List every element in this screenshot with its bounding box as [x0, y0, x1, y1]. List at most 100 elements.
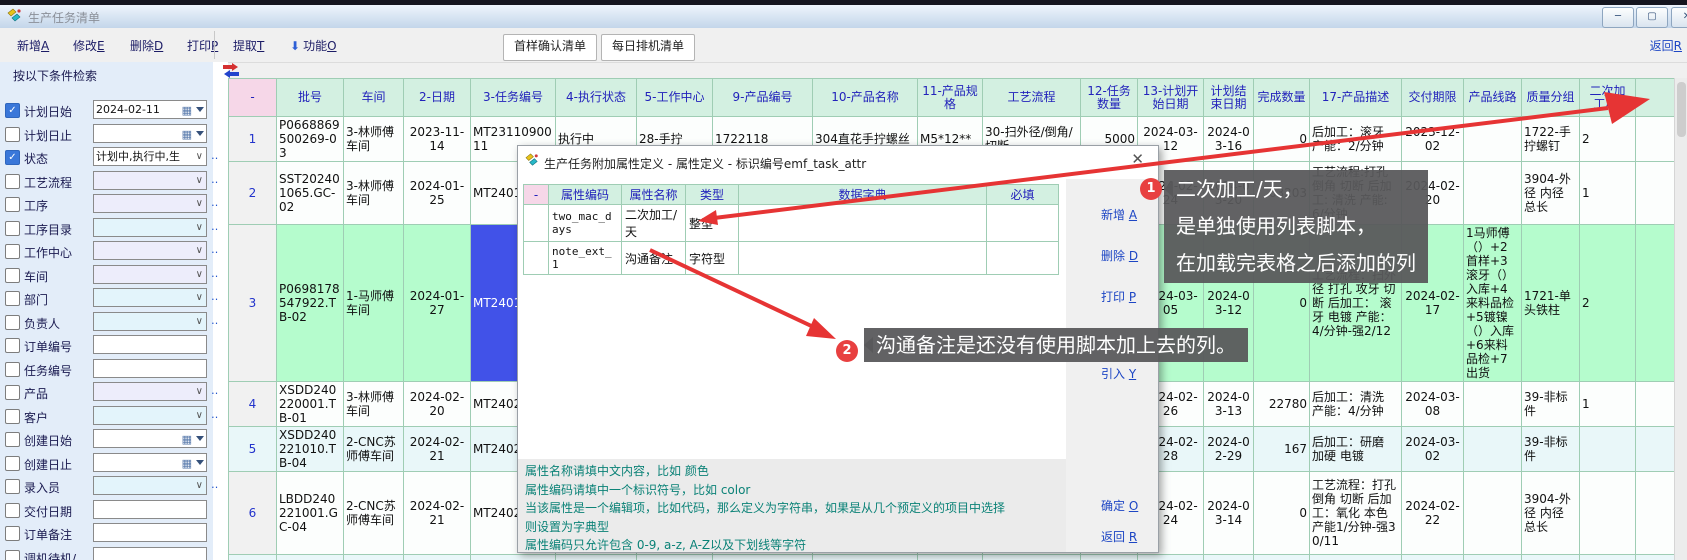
dialog-cell[interactable]: two_mac_days: [549, 205, 622, 242]
grid-cell[interactable]: P0698178547922.TB-02: [277, 225, 344, 382]
grid-column-header[interactable]: 10-产品名称: [813, 79, 918, 117]
dialog-button-D[interactable]: 删除 D: [1101, 247, 1138, 264]
grid-column-header[interactable]: 完成数量: [1254, 79, 1310, 117]
dialog-button-O[interactable]: 确定 O: [1101, 497, 1138, 514]
dialog-button-R[interactable]: 返回 R: [1101, 528, 1137, 545]
toolbar-menu-D[interactable]: 删除D: [130, 37, 163, 54]
browse-ellipsis-button[interactable]: ‥: [211, 408, 219, 421]
grid-cell[interactable]: 2024-01-27: [404, 225, 471, 382]
filter-text-input[interactable]: [93, 523, 207, 542]
filter-text-input[interactable]: [93, 359, 207, 378]
filter-checkbox[interactable]: [5, 221, 20, 236]
filter-checkbox[interactable]: [5, 244, 20, 259]
grid-cell[interactable]: 2024-03-08: [1402, 382, 1464, 427]
back-link[interactable]: 返回R: [1650, 37, 1682, 54]
filter-combo[interactable]: 计划中,执行中,生∨: [93, 147, 207, 166]
dialog-table-row[interactable]: note_ext_1沟通备注字符型: [524, 242, 1059, 275]
grid-cell[interactable]: 2023-12-02: [1402, 117, 1464, 162]
grid-cell[interactable]: [1138, 555, 1204, 560]
grid-cell[interactable]: 22780: [1254, 382, 1310, 427]
grid-column-header[interactable]: 12-任务数量: [1081, 79, 1138, 117]
filter-checkbox[interactable]: [5, 479, 20, 494]
grid-column-header[interactable]: 17-产品描述: [1310, 79, 1402, 117]
grid-cell[interactable]: 3904-外径 内径 总长: [1522, 162, 1580, 225]
grid-cell[interactable]: 1: [1580, 162, 1636, 225]
filter-checkbox[interactable]: [5, 127, 20, 142]
filter-text-input[interactable]: [93, 547, 207, 560]
dialog-cell[interactable]: 二次加工/天: [622, 205, 686, 242]
grid-column-header[interactable]: 3-任务编号: [471, 79, 556, 117]
grid-cell[interactable]: [404, 555, 471, 560]
dialog-cell[interactable]: [987, 242, 1059, 275]
browse-ellipsis-button[interactable]: ‥: [211, 478, 219, 491]
filter-combo[interactable]: ∨: [93, 241, 207, 260]
filter-combo[interactable]: ∨: [93, 171, 207, 190]
toolbar-menu-A[interactable]: 新增A: [17, 37, 49, 54]
browse-ellipsis-button[interactable]: ‥: [211, 173, 219, 186]
filter-checkbox[interactable]: [5, 338, 20, 353]
grid-cell[interactable]: 1: [229, 117, 277, 162]
filter-combo[interactable]: ∨: [93, 382, 207, 401]
grid-cell[interactable]: 2: [1580, 225, 1636, 382]
dialog-cell[interactable]: 字符型: [686, 242, 739, 275]
filter-combo[interactable]: ∨: [93, 476, 207, 495]
grid-cell[interactable]: 后加工：滚牙 产能：2/分钟: [1310, 117, 1402, 162]
filter-combo[interactable]: ∨: [93, 288, 207, 307]
browse-ellipsis-button[interactable]: ‥: [211, 196, 219, 209]
filter-checkbox[interactable]: [5, 197, 20, 212]
grid-cell[interactable]: 39-非标件: [1522, 382, 1580, 427]
grid-cell[interactable]: [1464, 555, 1522, 560]
dialog-cell[interactable]: [739, 205, 987, 242]
grid-cell[interactable]: 2-CNC苏师傅车间: [344, 472, 404, 555]
dialog-cell[interactable]: 整型: [686, 205, 739, 242]
minimize-button[interactable]: ─: [1602, 7, 1634, 28]
grid-column-header[interactable]: 二次加工/天: [1580, 79, 1636, 117]
dialog-cell[interactable]: [524, 205, 549, 242]
filter-date-input[interactable]: 2024-02-11▦: [93, 100, 207, 119]
swap-columns-icon[interactable]: [222, 63, 240, 78]
grid-cell[interactable]: 2024-01-25: [404, 162, 471, 225]
grid-column-header[interactable]: 5-工作中心: [637, 79, 713, 117]
grid-cell[interactable]: 2024-03-02: [1402, 427, 1464, 472]
filter-combo[interactable]: ∨: [93, 194, 207, 213]
grid-cell[interactable]: 2024-03: [1204, 555, 1254, 560]
grid-cell[interactable]: 39-非标件: [1522, 555, 1580, 560]
filter-combo[interactable]: ∨: [93, 406, 207, 425]
grid-cell[interactable]: 0: [1254, 117, 1310, 162]
grid-cell[interactable]: 39-非标件: [1522, 427, 1580, 472]
grid-cell[interactable]: 工艺流程：打孔 倒角 切断 后加工：氧化 本色 产能1/分钟-强30/11: [1310, 472, 1402, 555]
grid-column-header[interactable]: 4-执行状态: [556, 79, 637, 117]
grid-cell[interactable]: 1-马师傅车间: [344, 225, 404, 382]
grid-column-header[interactable]: 交付期限: [1402, 79, 1464, 117]
grid-cell[interactable]: 4: [229, 382, 277, 427]
filter-text-input[interactable]: [93, 335, 207, 354]
grid-cell[interactable]: [813, 555, 918, 560]
grid-column-header[interactable]: 工艺流程: [983, 79, 1081, 117]
grid-cell[interactable]: 3904-外径 内径 总长: [1522, 472, 1580, 555]
grid-column-header[interactable]: 11-产品规格: [918, 79, 983, 117]
filter-checkbox[interactable]: [5, 456, 20, 471]
grid-cell[interactable]: 2024-02-21: [404, 427, 471, 472]
filter-date-input[interactable]: ▦: [93, 453, 207, 472]
grid-cell[interactable]: [1580, 555, 1636, 560]
dialog-cell[interactable]: note_ext_1: [549, 242, 622, 275]
filter-text-input[interactable]: [93, 500, 207, 519]
grid-cell[interactable]: 3-林师傅车间: [344, 555, 404, 560]
grid-cell[interactable]: 3-林师傅车间: [344, 382, 404, 427]
grid-cell[interactable]: XSDD240221010.TB-04: [277, 427, 344, 472]
dialog-button-Y[interactable]: 引入 Y: [1101, 365, 1136, 382]
grid-cell[interactable]: [1580, 472, 1636, 555]
grid-cell[interactable]: SST202401065.GC-02: [277, 162, 344, 225]
grid-cell[interactable]: LBDD240221001.GC-04: [277, 472, 344, 555]
grid-cell[interactable]: [1464, 117, 1522, 162]
filter-checkbox[interactable]: [5, 550, 20, 560]
filter-checkbox[interactable]: [5, 291, 20, 306]
grid-cell[interactable]: 2023-11-14: [404, 117, 471, 162]
grid-cell[interactable]: [1464, 472, 1522, 555]
grid-cell[interactable]: 167: [1254, 427, 1310, 472]
grid-cell[interactable]: 1722-手拧螺钉: [1522, 117, 1580, 162]
dialog-cell[interactable]: [739, 242, 987, 275]
grid-cell[interactable]: [556, 555, 637, 560]
maximize-button[interactable]: ▢: [1636, 7, 1668, 28]
filter-combo[interactable]: ∨: [93, 265, 207, 284]
